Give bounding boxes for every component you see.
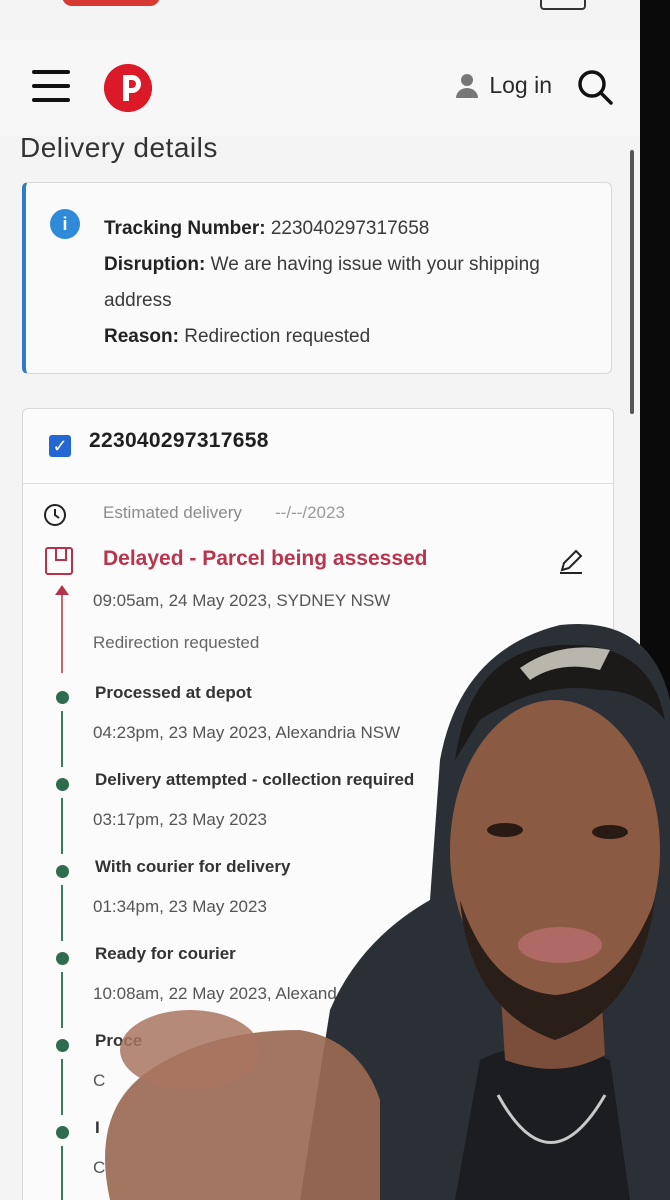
parcel-checkbox[interactable]: ✓ <box>49 435 71 457</box>
event-time: 01:34pm, 23 May 2023 <box>93 897 267 916</box>
event-time: C <box>93 1158 106 1177</box>
login-link[interactable]: Log in <box>455 72 552 99</box>
status-label: Delayed - Parcel being assessed <box>103 547 428 570</box>
event-time: 10:08am, 22 May 2023, Alexand <box>93 984 337 1003</box>
timeline-event: With courier for delivery 01:34pm, 23 Ma… <box>23 855 615 942</box>
timeline-event: I C <box>23 1116 615 1200</box>
event-time: C <box>93 1071 106 1090</box>
event-title: Delivery attempted - collection required <box>95 770 415 789</box>
event-title: Processed at depot <box>95 683 252 702</box>
estimated-delivery: Estimated delivery --/--/2023 <box>43 501 583 529</box>
eta-label: Estimated delivery <box>103 503 242 522</box>
login-label: Log in <box>489 72 552 98</box>
scrollbar[interactable] <box>630 150 634 414</box>
recording-pill <box>62 0 160 6</box>
timeline-arrow-line <box>61 589 63 673</box>
status-note: Redirection requested <box>93 633 260 652</box>
tracking-card: ✓ 223040297317658 Estimated delivery --/… <box>22 408 614 1200</box>
event-title: I <box>95 1118 100 1137</box>
page-title: Delivery details <box>20 132 218 163</box>
current-status: Delayed - Parcel being assessed <box>43 547 603 579</box>
tracking-number-value: 223040297317658 <box>270 218 430 239</box>
tracking-card-header: ✓ 223040297317658 <box>23 409 613 484</box>
tracking-number-label: Tracking Number: <box>104 218 266 239</box>
auspost-logo[interactable] <box>104 64 152 112</box>
disruption-label: Disruption: <box>104 254 206 275</box>
status-time: 09:05am, 24 May 2023, SYDNEY NSW <box>93 591 391 610</box>
event-time: 04:23pm, 23 May 2023, Alexandria NSW <box>93 723 401 742</box>
search-icon[interactable] <box>576 68 614 106</box>
reason-value: Redirection requested <box>184 326 371 347</box>
timeline-dot <box>56 1126 69 1139</box>
clock-icon <box>44 504 66 526</box>
reason-label: Reason: <box>104 326 179 347</box>
parcel-icon <box>45 547 73 575</box>
timeline-event: Processed at depot 04:23pm, 23 May 2023,… <box>23 681 615 768</box>
parcel-tracking-number: 223040297317658 <box>89 429 269 452</box>
eta-value: --/--/2023 <box>275 503 345 522</box>
notice-text: Tracking Number: 223040297317658 Disrupt… <box>104 211 584 355</box>
event-title: Ready for courier <box>95 944 236 963</box>
timeline-event: Ready for courier 10:08am, 22 May 2023, … <box>23 942 615 1029</box>
info-icon: i <box>50 209 80 239</box>
timeline-dot <box>56 778 69 791</box>
timeline-event: Proce C <box>23 1029 615 1116</box>
timeline-dot <box>56 952 69 965</box>
timeline-line <box>61 798 63 854</box>
status-bar <box>0 0 640 20</box>
edit-pencil-icon[interactable] <box>557 547 585 575</box>
timeline-dot <box>56 865 69 878</box>
timeline-dot <box>56 691 69 704</box>
timeline-line <box>61 972 63 1028</box>
menu-icon[interactable] <box>32 70 70 104</box>
timeline-event: Delivery attempted - collection required… <box>23 768 615 855</box>
disruption-notice: i Tracking Number: 223040297317658 Disru… <box>22 182 612 374</box>
app-screen: Log in Delivery details i Tracking Numbe… <box>0 0 640 1200</box>
event-title: Proce <box>95 1031 143 1050</box>
event-time: 03:17pm, 23 May 2023 <box>93 810 267 829</box>
timeline-line <box>61 711 63 767</box>
event-title: With courier for delivery <box>95 857 291 876</box>
battery-icon <box>540 0 586 10</box>
timeline-line <box>61 885 63 941</box>
timeline-dot <box>56 1039 69 1052</box>
user-icon <box>456 73 479 98</box>
arrow-up-icon <box>55 585 69 595</box>
site-header: Log in <box>0 40 640 136</box>
timeline-line <box>61 1146 63 1200</box>
timeline-line <box>61 1059 63 1115</box>
